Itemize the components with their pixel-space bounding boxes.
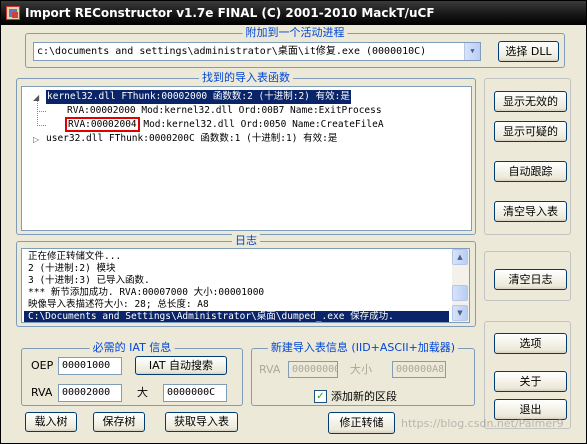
save-tree-button[interactable]: 保存树 bbox=[93, 412, 145, 432]
auto-trace-button[interactable]: 自动跟踪 bbox=[494, 161, 567, 182]
scroll-up-icon[interactable]: ▲ bbox=[452, 249, 468, 265]
oep-label: OEP bbox=[31, 359, 54, 372]
process-select-value: c:\documents and settings\administrator\… bbox=[37, 46, 427, 57]
new-rva-input[interactable]: 00000000 bbox=[288, 361, 338, 378]
fix-dump-button[interactable]: 修正转储 bbox=[328, 412, 395, 434]
log-line: 正在修正转储文件... bbox=[28, 251, 122, 262]
new-size-label: 大小 bbox=[350, 363, 372, 376]
log-scrollbar[interactable]: ▲ ▼ bbox=[452, 249, 469, 322]
oep-input[interactable]: 00001000 bbox=[58, 357, 122, 375]
chevron-down-icon[interactable]: ▼ bbox=[464, 43, 480, 60]
size-label: 大 bbox=[137, 386, 148, 399]
iat-info-group-title: 必需的 IAT 信息 bbox=[89, 341, 175, 355]
tree-expanded-icon[interactable]: ◢ bbox=[33, 93, 39, 102]
main-window: Import REConstructor v1.7e FINAL (C) 200… bbox=[0, 0, 587, 444]
pick-dll-button[interactable]: 选择 DLL bbox=[498, 41, 559, 62]
title-bar[interactable]: Import REConstructor v1.7e FINAL (C) 200… bbox=[1, 1, 586, 25]
options-button[interactable]: 选项 bbox=[494, 333, 567, 354]
log-line: 2 (十进制:2) 模块 bbox=[28, 263, 116, 274]
log-line: 3 (十进制:3) 已导入函数. bbox=[28, 275, 150, 286]
get-imports-button[interactable]: 获取导入表 bbox=[165, 412, 238, 432]
attach-process-group-title: 附加到一个活动进程 bbox=[242, 26, 348, 40]
about-button[interactable]: 关于 bbox=[494, 371, 567, 392]
log-line: *** 新节添加成功. RVA:00007000 大小:00001000 bbox=[28, 287, 265, 298]
log-list[interactable]: 正在修正转储文件... 2 (十进制:2) 模块 3 (十进制:3) 已导入函数… bbox=[21, 248, 470, 323]
rva-label: RVA bbox=[31, 386, 53, 399]
tree-module-row[interactable]: kernel32.dll FThunk:00002000 函数数:2 (十进制:… bbox=[46, 90, 351, 104]
imports-tree[interactable]: ◢ kernel32.dll FThunk:00002000 函数数:2 (十进… bbox=[21, 86, 472, 231]
scroll-thumb[interactable] bbox=[452, 285, 468, 301]
watermark: https://blog.csdn.net/Palmer9 bbox=[401, 417, 564, 430]
tree-function-row[interactable]: RVA:00002004 Mod:kernel32.dll Ord:0050 N… bbox=[65, 117, 384, 132]
tree-module-row[interactable]: user32.dll FThunk:0000200C 函数数:1 (十进制:1)… bbox=[46, 132, 337, 146]
process-select[interactable]: c:\documents and settings\administrator\… bbox=[33, 42, 481, 61]
clear-log-button[interactable]: 清空日志 bbox=[494, 269, 567, 290]
log-line: 映像导入表描述符大小: 28; 总长度: A8 bbox=[28, 299, 209, 310]
rva-input[interactable]: 00002000 bbox=[58, 384, 122, 402]
clear-imports-button[interactable]: 清空导入表 bbox=[494, 201, 567, 222]
highlighted-rva: RVA:00002004 bbox=[65, 117, 140, 132]
imports-group-title: 找到的导入表函数 bbox=[199, 71, 293, 85]
new-iat-group-title: 新建导入表信息 (IID+ASCII+加载器) bbox=[267, 341, 459, 355]
log-line-selected: C:\Documents and Settings\Administrator\… bbox=[24, 311, 449, 322]
tree-line bbox=[37, 111, 46, 112]
new-size-input[interactable]: 000000A8 bbox=[392, 361, 446, 378]
new-rva-label: RVA bbox=[259, 363, 281, 376]
iat-auto-search-button[interactable]: IAT 自动搜索 bbox=[135, 356, 227, 375]
show-invalid-button[interactable]: 显示无效的 bbox=[494, 91, 567, 112]
tree-collapsed-icon[interactable]: ▷ bbox=[33, 135, 39, 144]
size-input[interactable]: 0000000C bbox=[163, 384, 227, 402]
add-section-label: 添加新的区段 bbox=[331, 390, 397, 403]
window-title: Import REConstructor v1.7e FINAL (C) 200… bbox=[25, 6, 435, 20]
show-suspect-button[interactable]: 显示可疑的 bbox=[494, 121, 567, 142]
app-icon bbox=[6, 6, 20, 20]
scroll-down-icon[interactable]: ▼ bbox=[452, 305, 468, 321]
tree-function-row[interactable]: RVA:00002000 Mod:kernel32.dll Ord:00B7 N… bbox=[67, 104, 382, 118]
tree-function-detail: Mod:kernel32.dll Ord:0050 Name:CreateFil… bbox=[137, 119, 384, 130]
tree-line bbox=[37, 125, 46, 126]
load-tree-button[interactable]: 载入树 bbox=[25, 412, 77, 432]
log-group-title: 日志 bbox=[232, 234, 260, 248]
add-section-checkbox[interactable]: ✓ bbox=[314, 390, 327, 403]
